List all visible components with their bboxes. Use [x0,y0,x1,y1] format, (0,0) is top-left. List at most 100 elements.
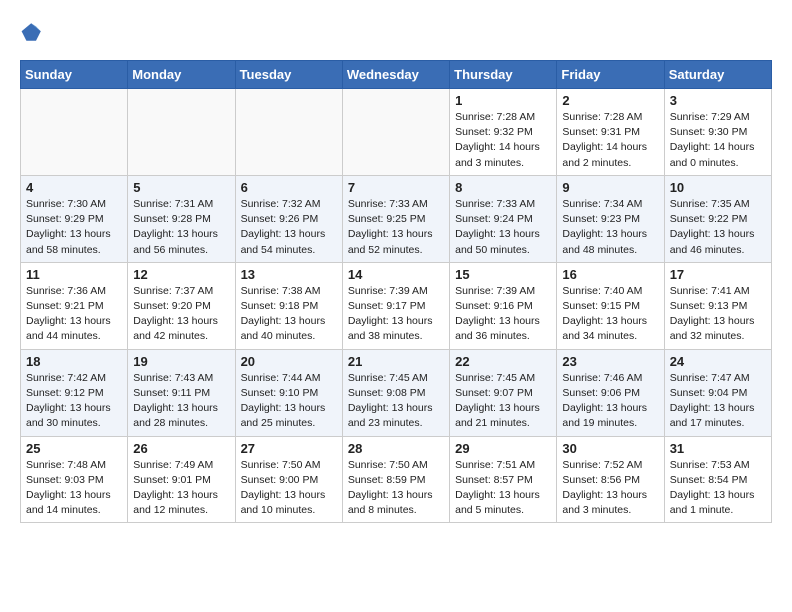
day-number: 5 [133,180,229,195]
weekday-header-saturday: Saturday [664,61,771,89]
day-number: 30 [562,441,658,456]
day-number: 22 [455,354,551,369]
calendar-week-row: 11Sunrise: 7:36 AMSunset: 9:21 PMDayligh… [21,262,772,349]
day-number: 11 [26,267,122,282]
day-info: Sunrise: 7:35 AMSunset: 9:22 PMDaylight:… [670,197,766,258]
day-number: 29 [455,441,551,456]
calendar-table: SundayMondayTuesdayWednesdayThursdayFrid… [20,60,772,523]
day-number: 18 [26,354,122,369]
weekday-header-row: SundayMondayTuesdayWednesdayThursdayFrid… [21,61,772,89]
day-info: Sunrise: 7:30 AMSunset: 9:29 PMDaylight:… [26,197,122,258]
calendar-cell [128,89,235,176]
day-number: 12 [133,267,229,282]
weekday-header-sunday: Sunday [21,61,128,89]
day-number: 21 [348,354,444,369]
day-info: Sunrise: 7:37 AMSunset: 9:20 PMDaylight:… [133,284,229,345]
calendar-cell: 3 Sunrise: 7:29 AMSunset: 9:30 PMDaylight… [664,89,771,176]
day-number: 31 [670,441,766,456]
calendar-cell: 9 Sunrise: 7:34 AMSunset: 9:23 PMDaylight… [557,175,664,262]
calendar-cell: 26 Sunrise: 7:49 AMSunset: 9:01 PMDayligh… [128,436,235,523]
day-info: Sunrise: 7:39 AMSunset: 9:16 PMDaylight:… [455,284,551,345]
day-info: Sunrise: 7:44 AMSunset: 9:10 PMDaylight:… [241,371,337,432]
calendar-cell: 28 Sunrise: 7:50 AMSunset: 8:59 PMDayligh… [342,436,449,523]
calendar-cell: 22 Sunrise: 7:45 AMSunset: 9:07 PMDayligh… [450,349,557,436]
calendar-cell: 5 Sunrise: 7:31 AMSunset: 9:28 PMDaylight… [128,175,235,262]
calendar-cell: 11Sunrise: 7:36 AMSunset: 9:21 PMDayligh… [21,262,128,349]
day-number: 9 [562,180,658,195]
day-info: Sunrise: 7:40 AMSunset: 9:15 PMDaylight:… [562,284,658,345]
calendar-cell: 30Sunrise: 7:52 AMSunset: 8:56 PMDayligh… [557,436,664,523]
day-number: 6 [241,180,337,195]
day-info: Sunrise: 7:45 AMSunset: 9:08 PMDaylight:… [348,371,444,432]
day-info: Sunrise: 7:49 AMSunset: 9:01 PMDaylight:… [133,458,229,519]
calendar-cell: 6 Sunrise: 7:32 AMSunset: 9:26 PMDaylight… [235,175,342,262]
calendar-cell: 19Sunrise: 7:43 AMSunset: 9:11 PMDayligh… [128,349,235,436]
calendar-week-row: 25 Sunrise: 7:48 AMSunset: 9:03 PMDayligh… [21,436,772,523]
page-header [20,20,772,44]
calendar-cell: 21 Sunrise: 7:45 AMSunset: 9:08 PMDayligh… [342,349,449,436]
weekday-header-wednesday: Wednesday [342,61,449,89]
day-info: Sunrise: 7:29 AMSunset: 9:30 PMDaylight:… [670,110,766,171]
calendar-week-row: 1 Sunrise: 7:28 AMSunset: 9:32 PMDaylight… [21,89,772,176]
day-number: 15 [455,267,551,282]
calendar-cell: 23 Sunrise: 7:46 AMSunset: 9:06 PMDayligh… [557,349,664,436]
calendar-cell: 31 Sunrise: 7:53 AMSunset: 8:54 PMDayligh… [664,436,771,523]
day-info: Sunrise: 7:39 AMSunset: 9:17 PMDaylight:… [348,284,444,345]
day-info: Sunrise: 7:50 AMSunset: 8:59 PMDaylight:… [348,458,444,519]
weekday-header-monday: Monday [128,61,235,89]
day-info: Sunrise: 7:42 AMSunset: 9:12 PMDaylight:… [26,371,122,432]
calendar-cell: 7Sunrise: 7:33 AMSunset: 9:25 PMDaylight… [342,175,449,262]
day-number: 27 [241,441,337,456]
day-info: Sunrise: 7:45 AMSunset: 9:07 PMDaylight:… [455,371,551,432]
day-info: Sunrise: 7:48 AMSunset: 9:03 PMDaylight:… [26,458,122,519]
day-number: 13 [241,267,337,282]
day-number: 3 [670,93,766,108]
calendar-cell: 25 Sunrise: 7:48 AMSunset: 9:03 PMDayligh… [21,436,128,523]
day-number: 2 [562,93,658,108]
calendar-cell: 16 Sunrise: 7:40 AMSunset: 9:15 PMDayligh… [557,262,664,349]
weekday-header-friday: Friday [557,61,664,89]
calendar-cell [235,89,342,176]
calendar-cell: 4 Sunrise: 7:30 AMSunset: 9:29 PMDaylight… [21,175,128,262]
day-number: 28 [348,441,444,456]
day-info: Sunrise: 7:33 AMSunset: 9:24 PMDaylight:… [455,197,551,258]
calendar-cell: 8 Sunrise: 7:33 AMSunset: 9:24 PMDaylight… [450,175,557,262]
day-info: Sunrise: 7:51 AMSunset: 8:57 PMDaylight:… [455,458,551,519]
calendar-cell: 24Sunrise: 7:47 AMSunset: 9:04 PMDayligh… [664,349,771,436]
day-number: 16 [562,267,658,282]
calendar-cell: 29 Sunrise: 7:51 AMSunset: 8:57 PMDayligh… [450,436,557,523]
day-info: Sunrise: 7:41 AMSunset: 9:13 PMDaylight:… [670,284,766,345]
calendar-cell: 13 Sunrise: 7:38 AMSunset: 9:18 PMDayligh… [235,262,342,349]
day-number: 4 [26,180,122,195]
day-number: 1 [455,93,551,108]
day-number: 14 [348,267,444,282]
calendar-cell: 17 Sunrise: 7:41 AMSunset: 9:13 PMDayligh… [664,262,771,349]
calendar-cell: 14 Sunrise: 7:39 AMSunset: 9:17 PMDayligh… [342,262,449,349]
day-info: Sunrise: 7:34 AMSunset: 9:23 PMDaylight:… [562,197,658,258]
day-info: Sunrise: 7:46 AMSunset: 9:06 PMDaylight:… [562,371,658,432]
logo-icon [20,20,44,44]
day-number: 25 [26,441,122,456]
calendar-cell: 27Sunrise: 7:50 AMSunset: 9:00 PMDayligh… [235,436,342,523]
calendar-cell: 18 Sunrise: 7:42 AMSunset: 9:12 PMDayligh… [21,349,128,436]
day-number: 8 [455,180,551,195]
day-number: 26 [133,441,229,456]
calendar-cell [342,89,449,176]
day-info: Sunrise: 7:53 AMSunset: 8:54 PMDaylight:… [670,458,766,519]
day-number: 20 [241,354,337,369]
calendar-cell: 1 Sunrise: 7:28 AMSunset: 9:32 PMDaylight… [450,89,557,176]
day-info: Sunrise: 7:28 AMSunset: 9:32 PMDaylight:… [455,110,551,171]
day-number: 17 [670,267,766,282]
day-info: Sunrise: 7:32 AMSunset: 9:26 PMDaylight:… [241,197,337,258]
day-info: Sunrise: 7:38 AMSunset: 9:18 PMDaylight:… [241,284,337,345]
day-number: 23 [562,354,658,369]
calendar-cell: 2Sunrise: 7:28 AMSunset: 9:31 PMDaylight… [557,89,664,176]
weekday-header-tuesday: Tuesday [235,61,342,89]
weekday-header-thursday: Thursday [450,61,557,89]
logo [20,20,48,44]
day-number: 10 [670,180,766,195]
calendar-cell: 10 Sunrise: 7:35 AMSunset: 9:22 PMDayligh… [664,175,771,262]
calendar-week-row: 18 Sunrise: 7:42 AMSunset: 9:12 PMDayligh… [21,349,772,436]
day-info: Sunrise: 7:31 AMSunset: 9:28 PMDaylight:… [133,197,229,258]
calendar-cell [21,89,128,176]
